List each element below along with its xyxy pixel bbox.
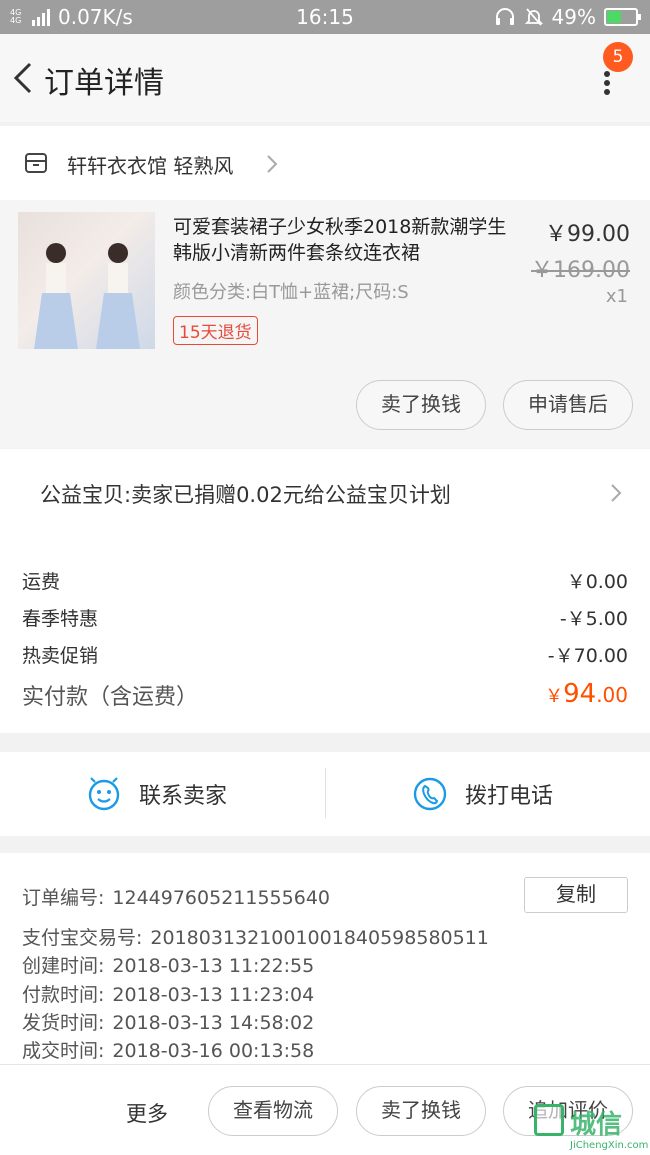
- charity-text: 公益宝贝:卖家已捐赠0.02元给公益宝贝计划: [40, 483, 451, 507]
- site-watermark: 城信 JiChengXin.com: [534, 1104, 650, 1155]
- product-original-price: ￥169.00: [531, 258, 630, 283]
- info-value: 2018031321001001840598580511: [150, 927, 489, 949]
- model-figure-right: [96, 243, 140, 349]
- fee-value: -￥70.00: [547, 645, 628, 667]
- after-sale-button[interactable]: 申请售后: [503, 380, 633, 430]
- fee-label: 热卖促销: [22, 645, 99, 667]
- contact-seller-button[interactable]: 联系卖家: [87, 752, 227, 836]
- back-arrow-icon[interactable]: [10, 60, 40, 96]
- total-int: 94: [563, 679, 597, 709]
- call-button[interactable]: 拨打电话: [413, 752, 553, 836]
- info-value: 2018-03-13 11:22:55: [112, 955, 315, 977]
- sell-button[interactable]: 卖了换钱: [356, 380, 486, 430]
- more-vertical-icon[interactable]: [597, 70, 617, 96]
- info-key: 付款时间:: [22, 984, 105, 1006]
- info-key: 订单编号:: [22, 887, 105, 909]
- fee-row: 运费 ￥0.00: [22, 567, 628, 597]
- status-bar: 4G 4G 0.07K/s 16:15 49%: [0, 0, 650, 34]
- call-label: 拨打电话: [465, 784, 554, 809]
- notification-badge: 5: [603, 42, 633, 72]
- sell-again-button[interactable]: 卖了换钱: [356, 1086, 486, 1136]
- total-currency: ￥: [545, 686, 564, 707]
- status-bar-right: 49%: [494, 5, 641, 29]
- model-figure-left: [34, 243, 78, 349]
- watermark-logo-icon: [534, 1104, 564, 1136]
- info-value: 2018-03-16 00:13:58: [112, 1040, 315, 1062]
- info-key: 支付宝交易号:: [22, 927, 143, 949]
- battery-fill: [607, 11, 621, 23]
- chevron-right-icon: [611, 484, 622, 502]
- battery-percent: 49%: [551, 5, 596, 29]
- product-thumbnail[interactable]: [18, 212, 155, 349]
- fee-row: 春季特惠 -￥5.00: [22, 604, 628, 634]
- app-header: 订单详情 5: [0, 34, 650, 122]
- info-key: 创建时间:: [22, 955, 105, 977]
- page-title: 订单详情: [44, 66, 164, 101]
- product-attributes: 颜色分类:白T恤+蓝裙;尺码:S: [173, 282, 409, 303]
- chat-face-icon: [88, 777, 120, 811]
- info-value: 2018-03-13 14:58:02: [112, 1012, 315, 1034]
- shop-row[interactable]: 轩轩衣衣馆 轻熟风: [0, 126, 650, 200]
- shop-name[interactable]: 轩轩衣衣馆 轻熟风: [67, 150, 233, 179]
- refund-policy-tag: 15天退货: [173, 316, 258, 345]
- fee-label: 春季特惠: [22, 608, 99, 630]
- info-key: 发货时间:: [22, 1012, 105, 1034]
- total-row: 实付款（含运费） ￥94.00: [22, 679, 628, 715]
- fee-row: 热卖促销 -￥70.00: [22, 641, 628, 671]
- fee-label: 运费: [22, 571, 61, 593]
- product-price: ￥99.00: [545, 222, 630, 247]
- info-key: 成交时间:: [22, 1040, 105, 1062]
- more-button[interactable]: 更多: [126, 1098, 168, 1128]
- info-row-completed: 成交时间: 2018-03-16 00:13:58: [22, 1036, 314, 1064]
- total-dec: .00: [596, 683, 628, 707]
- fee-value: ￥0.00: [566, 571, 628, 593]
- view-logistics-button[interactable]: 查看物流: [208, 1086, 338, 1136]
- mute-bell-icon: [524, 8, 543, 26]
- info-row-order-id: 订单编号: 124497605211555640: [22, 883, 330, 911]
- charity-row[interactable]: 公益宝贝:卖家已捐赠0.02元给公益宝贝计划: [0, 449, 650, 537]
- total-label: 实付款（含运费）: [22, 685, 199, 710]
- chevron-right-icon: [267, 155, 278, 173]
- info-row-shipped: 发货时间: 2018-03-13 14:58:02: [22, 1008, 314, 1036]
- contact-seller-label: 联系卖家: [139, 784, 228, 809]
- info-value: 2018-03-13 11:23:04: [112, 984, 315, 1006]
- contact-bar: 联系卖家 拨打电话: [0, 752, 650, 836]
- product-card: 可爱套装裙子少女秋季2018新款潮学生韩版小清新两件套条纹连衣裙 颜色分类:白T…: [0, 200, 650, 448]
- headset-icon: [495, 8, 514, 25]
- info-row-paid: 付款时间: 2018-03-13 11:23:04: [22, 980, 314, 1008]
- product-quantity: x1: [605, 286, 628, 307]
- shop-icon: [25, 153, 47, 173]
- product-title[interactable]: 可爱套装裙子少女秋季2018新款潮学生韩版小清新两件套条纹连衣裙: [173, 214, 513, 266]
- fee-value: -￥5.00: [559, 608, 628, 630]
- info-row-alipay-id: 支付宝交易号: 2018031321001001840598580511: [22, 923, 489, 951]
- info-value: 124497605211555640: [112, 887, 330, 909]
- order-info: 订单编号: 124497605211555640 复制 支付宝交易号: 201803…: [0, 853, 650, 1068]
- phone-icon: [413, 777, 447, 811]
- watermark-site: JiChengXin.com: [570, 1140, 649, 1151]
- divider: [325, 768, 326, 818]
- battery-icon: [604, 8, 641, 26]
- fee-summary: 运费 ￥0.00 春季特惠 -￥5.00 热卖促销 -￥70.00 实付款（含运…: [0, 537, 650, 733]
- watermark-text: 城信: [570, 1110, 623, 1140]
- total-amount: ￥94.00: [545, 679, 628, 709]
- copy-button[interactable]: 复制: [524, 877, 628, 913]
- info-row-created: 创建时间: 2018-03-13 11:22:55: [22, 951, 314, 979]
